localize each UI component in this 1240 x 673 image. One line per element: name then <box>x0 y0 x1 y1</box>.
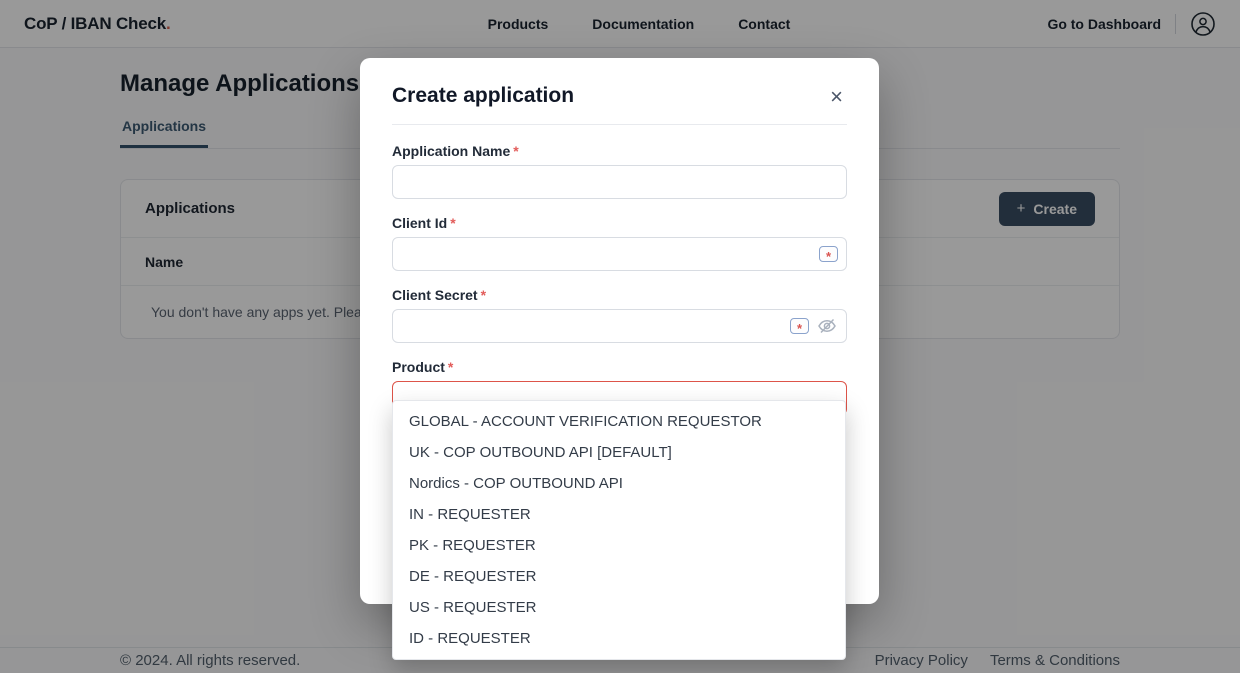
product-option[interactable]: US - REQUESTER <box>393 592 845 623</box>
field-client-secret: Client Secret* * <box>392 287 847 343</box>
product-option[interactable]: IN - REQUESTER <box>393 499 845 530</box>
required-marker: * <box>450 215 455 231</box>
modal-title: Create application <box>392 84 847 108</box>
client-secret-label-text: Client Secret <box>392 287 478 303</box>
client-id-input[interactable] <box>392 237 847 271</box>
field-client-id: Client Id* * <box>392 215 847 271</box>
product-option[interactable]: DE - REQUESTER <box>393 561 845 592</box>
application-name-input[interactable] <box>392 165 847 199</box>
product-options-dropdown: GLOBAL - ACCOUNT VERIFICATION REQUESTOR … <box>392 400 846 660</box>
autofill-glyph: * <box>826 249 831 264</box>
client-secret-label: Client Secret* <box>392 287 847 303</box>
client-id-label-text: Client Id <box>392 215 447 231</box>
client-secret-input[interactable] <box>392 309 847 343</box>
field-application-name: Application Name* <box>392 143 847 199</box>
product-option[interactable]: PK - REQUESTER <box>393 530 845 561</box>
application-name-label-text: Application Name <box>392 143 510 159</box>
client-id-label: Client Id* <box>392 215 847 231</box>
password-autofill-icon[interactable]: * <box>790 318 809 334</box>
modal-header: Create application × <box>360 58 879 124</box>
password-autofill-icon[interactable]: * <box>819 246 838 262</box>
application-name-label: Application Name* <box>392 143 847 159</box>
product-option[interactable]: Nordics - COP OUTBOUND API <box>393 468 845 499</box>
autofill-glyph: * <box>797 321 802 336</box>
product-option[interactable]: GLOBAL - ACCOUNT VERIFICATION REQUESTOR <box>393 406 845 437</box>
product-option[interactable]: ID - REQUESTER <box>393 623 845 654</box>
eye-off-icon <box>817 317 837 335</box>
toggle-visibility-button[interactable] <box>817 317 837 335</box>
required-marker: * <box>481 287 486 303</box>
product-label: Product* <box>392 359 847 375</box>
required-marker: * <box>513 143 518 159</box>
product-option[interactable]: UK - COP OUTBOUND API [DEFAULT] <box>393 437 845 468</box>
modal-body: Application Name* Client Id* * Client Se… <box>360 125 879 415</box>
close-icon[interactable]: × <box>830 86 843 108</box>
product-label-text: Product <box>392 359 445 375</box>
required-marker: * <box>448 359 453 375</box>
